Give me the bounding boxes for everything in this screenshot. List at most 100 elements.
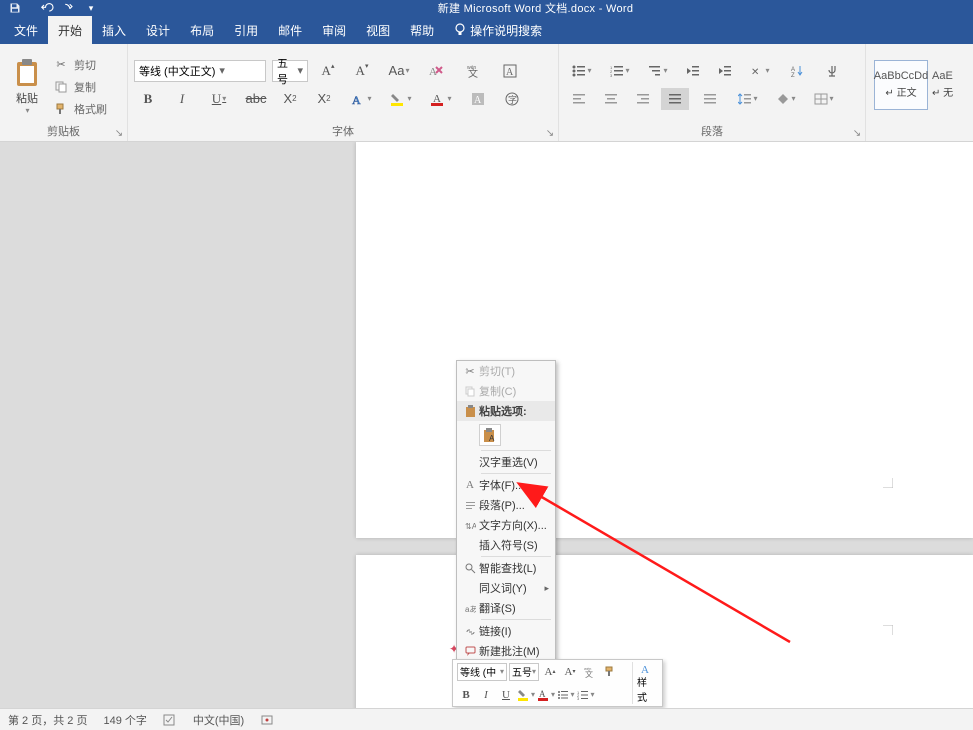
translate-icon: aあ (461, 603, 479, 614)
ctx-smart-lookup[interactable]: 智能查找(L) (457, 558, 555, 578)
link-icon (461, 626, 479, 637)
mini-font-color[interactable]: A▾ (537, 686, 555, 704)
mini-numbering[interactable]: 123▾ (577, 686, 595, 704)
svg-text:A: A (539, 689, 546, 699)
shading-button[interactable]: ▾ (769, 88, 803, 110)
status-wordcount[interactable]: 149 个字 (103, 712, 146, 728)
font-size-combo[interactable]: 五号 ▾ (272, 60, 308, 82)
tell-me-search[interactable]: 操作说明搜索 (444, 16, 552, 44)
align-justify-button[interactable] (661, 88, 689, 110)
tab-mailings[interactable]: 邮件 (268, 16, 312, 44)
style-normal[interactable]: AaBbCcDd ↵ 正文 (874, 60, 928, 110)
mini-bullets[interactable]: ▾ (557, 686, 575, 704)
ctx-text-direction[interactable]: ⇅A 文字方向(X)... (457, 515, 555, 535)
shrink-font-button[interactable]: A▾ (348, 60, 376, 82)
clipboard-launcher-icon[interactable]: ↘ (113, 127, 125, 139)
tab-view[interactable]: 视图 (356, 16, 400, 44)
underline-button[interactable]: U▾ (202, 88, 236, 110)
page-1[interactable] (356, 142, 973, 538)
superscript-button[interactable]: X2 (310, 88, 338, 110)
decrease-indent-button[interactable] (679, 60, 707, 82)
clear-formatting-button[interactable]: A (422, 60, 450, 82)
borders-button[interactable]: ▾ (807, 88, 841, 110)
paragraph-launcher-icon[interactable]: ↘ (851, 127, 863, 139)
mini-grow-font[interactable]: A▴ (541, 663, 559, 681)
ctx-new-comment[interactable]: 新建批注(M) (457, 641, 555, 661)
status-lang-text: 中文(中国) (193, 712, 244, 728)
ctx-insert-symbol[interactable]: 插入符号(S) (457, 535, 555, 555)
mini-bold[interactable]: B (457, 686, 475, 704)
brush-icon (54, 103, 68, 115)
copy-button[interactable]: 复制 (54, 79, 107, 95)
qat-customize-icon[interactable]: ▾ (82, 1, 100, 15)
mini-size-combo[interactable]: 五号 ▾ (509, 663, 539, 681)
status-words-text: 149 个字 (103, 712, 146, 728)
status-macro[interactable] (260, 714, 274, 726)
align-center-button[interactable] (597, 88, 625, 110)
change-case-button[interactable]: Aa▾ (382, 60, 416, 82)
multilevel-list-button[interactable]: ▾ (641, 60, 675, 82)
align-right-button[interactable] (629, 88, 657, 110)
page-2[interactable] (356, 555, 973, 708)
mini-underline[interactable]: U (497, 686, 515, 704)
tab-insert[interactable]: 插入 (92, 16, 136, 44)
tab-file[interactable]: 文件 (4, 16, 48, 44)
tab-review[interactable]: 审阅 (312, 16, 356, 44)
group-font-label: 字体 (134, 123, 552, 141)
mini-highlight[interactable]: ▾ (517, 686, 535, 704)
font-name-combo[interactable]: 等线 (中文正文) ▾ (134, 60, 266, 82)
bullets-button[interactable]: ▾ (565, 60, 599, 82)
cut-button[interactable]: ✂ 剪切 (54, 57, 107, 73)
svg-text:文: 文 (585, 669, 593, 678)
mini-font-combo[interactable]: 等线 (中 ▾ (457, 663, 507, 681)
ctx-reconvert[interactable]: 汉字重选(V) (457, 452, 555, 472)
char-border-button[interactable]: A (496, 60, 524, 82)
ctx-link[interactable]: 链接(I) (457, 621, 555, 641)
document-area[interactable]: ✦ ✂ 剪切(T) 复制(C) 粘贴选项: A 汉字重选(V) (0, 142, 973, 708)
redo-icon[interactable] (60, 1, 78, 15)
ctx-paragraph[interactable]: 段落(P)... (457, 495, 555, 515)
mini-phonetic[interactable]: wén文 (581, 663, 599, 681)
highlight-button[interactable]: ▾ (384, 88, 418, 110)
italic-button[interactable]: I (168, 88, 196, 110)
format-painter-button[interactable]: 格式刷 (54, 101, 107, 117)
subscript-button[interactable]: X2 (276, 88, 304, 110)
style-no-spacing[interactable]: AaE ↵ 无 (932, 60, 960, 110)
undo-icon[interactable] (38, 1, 56, 15)
grow-font-button[interactable]: A▴ (314, 60, 342, 82)
save-icon[interactable] (6, 1, 24, 15)
align-left-button[interactable] (565, 88, 593, 110)
ctx-translate[interactable]: aあ 翻译(S) (457, 598, 555, 618)
mini-format-painter[interactable] (601, 663, 619, 681)
enclose-char-button[interactable]: 字 (498, 88, 526, 110)
mini-styles-button[interactable]: A 样式 (632, 662, 660, 704)
text-effects-button[interactable]: A▾ (344, 88, 378, 110)
ctx-synonyms[interactable]: 同义词(Y) ▸ (457, 578, 555, 598)
status-language[interactable]: 中文(中国) (193, 712, 244, 728)
show-marks-button[interactable] (819, 60, 847, 82)
mini-italic[interactable]: I (477, 686, 495, 704)
tab-help[interactable]: 帮助 (400, 16, 444, 44)
align-distribute-button[interactable] (693, 88, 727, 110)
strikethrough-button[interactable]: abc (242, 88, 270, 110)
tab-home[interactable]: 开始 (48, 16, 92, 44)
increase-indent-button[interactable] (711, 60, 739, 82)
paste-keep-text-only-button[interactable]: A (479, 424, 501, 446)
status-proofing[interactable] (163, 714, 177, 726)
asian-layout-button[interactable]: ✕▾ (743, 60, 777, 82)
paste-button[interactable]: 粘贴 ▾ (6, 54, 48, 115)
font-launcher-icon[interactable]: ↘ (544, 127, 556, 139)
numbering-button[interactable]: 123▾ (603, 60, 637, 82)
ctx-font[interactable]: A 字体(F)... (457, 475, 555, 495)
char-shading-button[interactable]: A (464, 88, 492, 110)
tab-references[interactable]: 引用 (224, 16, 268, 44)
mini-shrink-font[interactable]: A▾ (561, 663, 579, 681)
status-page[interactable]: 第 2 页，共 2 页 (8, 712, 87, 728)
phonetic-guide-button[interactable]: wén文 (456, 60, 490, 82)
tab-design[interactable]: 设计 (136, 16, 180, 44)
line-spacing-button[interactable]: ▾ (731, 88, 765, 110)
font-color-button[interactable]: A▾ (424, 88, 458, 110)
bold-button[interactable]: B (134, 88, 162, 110)
sort-button[interactable]: AZ (781, 60, 815, 82)
tab-layout[interactable]: 布局 (180, 16, 224, 44)
